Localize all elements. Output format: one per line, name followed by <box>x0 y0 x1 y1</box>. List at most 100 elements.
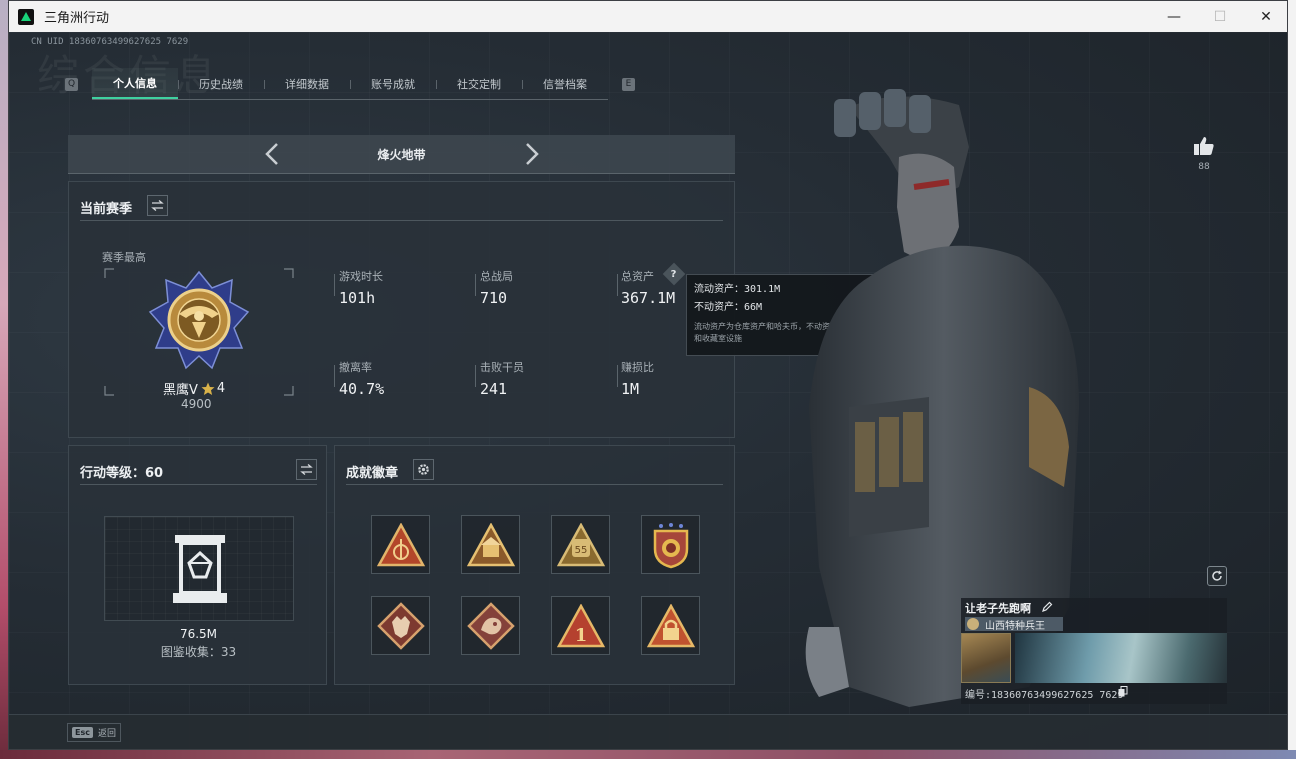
level-title: 行动等级：60 <box>80 466 164 481</box>
level-panel: 行动等级：60 76.5M 图鉴收集：33 <box>68 445 327 685</box>
tab-profile[interactable]: 个人信息 <box>92 68 178 99</box>
mode-next-arrow-icon[interactable] <box>518 141 544 167</box>
swap-icon <box>300 464 313 475</box>
stat-matches-label: 总战局 <box>480 270 513 283</box>
player-card: 让老子先跑啊 山西特种兵王 编号:18360763499627625 7629 <box>961 598 1227 704</box>
assets-help-icon[interactable]: ? <box>662 262 686 286</box>
uid-header: CN UID 18360763499627625 7629 <box>31 37 189 47</box>
player-title-badge: 山西特种兵王 <box>965 617 1063 632</box>
stat-separator <box>475 365 476 387</box>
stat-playtime-value: 101h <box>339 289 376 307</box>
prev-tab-key[interactable]: Q <box>65 77 78 91</box>
player-avatar <box>961 633 1011 683</box>
title-emblem-icon <box>967 618 979 630</box>
achievement-badge[interactable]: 1 <box>551 596 610 655</box>
tab-social[interactable]: 社交定制 <box>436 68 522 99</box>
mode-prev-arrow-icon[interactable] <box>260 141 286 167</box>
esc-key: Esc <box>72 727 93 738</box>
stat-kills-label: 击败干员 <box>480 361 524 374</box>
rank-name-row: 黑鹰V 4 <box>163 379 225 398</box>
shield-stars-badge-icon <box>653 522 688 568</box>
player-banner <box>1015 633 1227 683</box>
achievement-badge[interactable] <box>461 515 520 574</box>
mode-title: 烽火地带 <box>377 147 426 162</box>
copy-icon[interactable] <box>1118 686 1128 697</box>
player-id: 编号:18360763499627625 7629 <box>965 690 1124 701</box>
desktop-wallpaper-bottom <box>0 750 1296 759</box>
achievement-badge[interactable] <box>641 596 700 655</box>
game-viewport: 综合信息 CN UID 18360763499627625 7629 Q 个人信… <box>9 32 1287 749</box>
stat-playtime-label: 游戏时长 <box>339 270 383 283</box>
triangle-55-badge-icon: 55 <box>556 522 605 566</box>
desktop-wallpaper-left <box>0 0 8 759</box>
stat-separator <box>334 365 335 387</box>
top-tab-nav: Q 个人信息 历史战绩 详细数据 账号成就 社交定制 信誉档案 E <box>65 68 635 100</box>
svg-text:1: 1 <box>574 625 587 646</box>
stat-extract-rate-value: 40.7% <box>339 380 385 398</box>
game-window: 三角洲行动 — ☐ ✕ 综合信息 CN UID 1836076349962762… <box>8 0 1288 750</box>
swap-icon <box>151 200 164 211</box>
app-logo-icon <box>18 8 34 25</box>
season-divider <box>80 220 723 221</box>
maximize-button[interactable]: ☐ <box>1197 1 1243 32</box>
rank-points: 4900 <box>181 397 212 411</box>
thumbs-up-icon <box>1194 137 1214 155</box>
edit-name-icon[interactable] <box>1041 601 1053 613</box>
tab-history[interactable]: 历史战绩 <box>178 68 264 99</box>
level-switch-button[interactable] <box>296 459 317 480</box>
collection-display[interactable] <box>104 516 294 621</box>
stat-separator <box>617 274 618 296</box>
rank-emblem-icon <box>148 270 250 370</box>
desktop-background-right <box>1288 0 1296 759</box>
help-glyph: ? <box>671 268 677 280</box>
stat-matches-value: 710 <box>480 289 508 307</box>
back-label: 返回 <box>97 729 116 739</box>
season-title: 当前赛季 <box>80 202 133 217</box>
triangle-lock-badge-icon <box>646 603 695 647</box>
achievement-badge[interactable] <box>461 596 520 655</box>
collection-count: 图鉴收集：33 <box>160 645 237 659</box>
achievements-panel: 成就徽章 55 1 <box>334 445 735 685</box>
close-button[interactable]: ✕ <box>1243 1 1287 32</box>
gear-icon <box>418 464 429 475</box>
stat-profit-ratio-label: 赚损比 <box>621 361 654 374</box>
rank-stars: 4 <box>216 381 226 396</box>
achievement-badge[interactable] <box>371 515 430 574</box>
achievement-badge[interactable]: 55 <box>551 515 610 574</box>
achievements-settings-button[interactable] <box>413 459 434 480</box>
next-tab-key[interactable]: E <box>622 77 635 91</box>
achievement-badge[interactable] <box>371 596 430 655</box>
collection-value: 76.5M <box>179 627 218 641</box>
tab-details[interactable]: 详细数据 <box>264 68 350 99</box>
minimize-button[interactable]: — <box>1151 1 1197 32</box>
rank-name: 黑鹰V <box>163 383 198 398</box>
stat-kills-value: 241 <box>480 380 508 398</box>
player-name: 让老子先跑啊 <box>965 602 1031 615</box>
stat-profit-ratio-value: 1M <box>621 380 640 398</box>
achievements-divider <box>346 484 723 485</box>
collection-case-icon <box>173 535 227 603</box>
svg-text:55: 55 <box>574 545 587 556</box>
like-count: 88 <box>1198 162 1210 172</box>
diamond-dragon-badge-icon <box>466 601 515 650</box>
refresh-icon <box>1212 570 1222 581</box>
tab-achievements[interactable]: 账号成就 <box>350 68 436 99</box>
star-icon <box>201 382 215 395</box>
refresh-button[interactable] <box>1207 566 1227 586</box>
diamond-wolf-badge-icon <box>376 601 425 650</box>
triangle-one-badge-icon: 1 <box>556 603 605 647</box>
stat-separator <box>475 274 476 296</box>
stat-extract-rate-label: 撤离率 <box>339 361 372 374</box>
back-button[interactable]: Esc 返回 <box>67 723 121 742</box>
tab-reputation[interactable]: 信誉档案 <box>522 68 608 99</box>
title-bar: 三角洲行动 — ☐ ✕ <box>9 1 1287 32</box>
tab-list: 个人信息 历史战绩 详细数据 账号成就 社交定制 信誉档案 <box>92 68 608 100</box>
like-widget[interactable]: 88 <box>1191 136 1217 172</box>
season-switch-button[interactable] <box>147 195 168 216</box>
achievement-badge[interactable] <box>641 515 700 574</box>
triangle-hammer-badge-icon <box>376 522 425 566</box>
stat-separator <box>334 274 335 296</box>
stat-assets-value: 367.1M <box>621 289 676 307</box>
season-panel: 当前赛季 赛季最高 黑鹰V 4 4900 游戏时长 101h 总战局 710 总… <box>68 181 735 438</box>
window-title: 三角洲行动 <box>44 11 110 26</box>
